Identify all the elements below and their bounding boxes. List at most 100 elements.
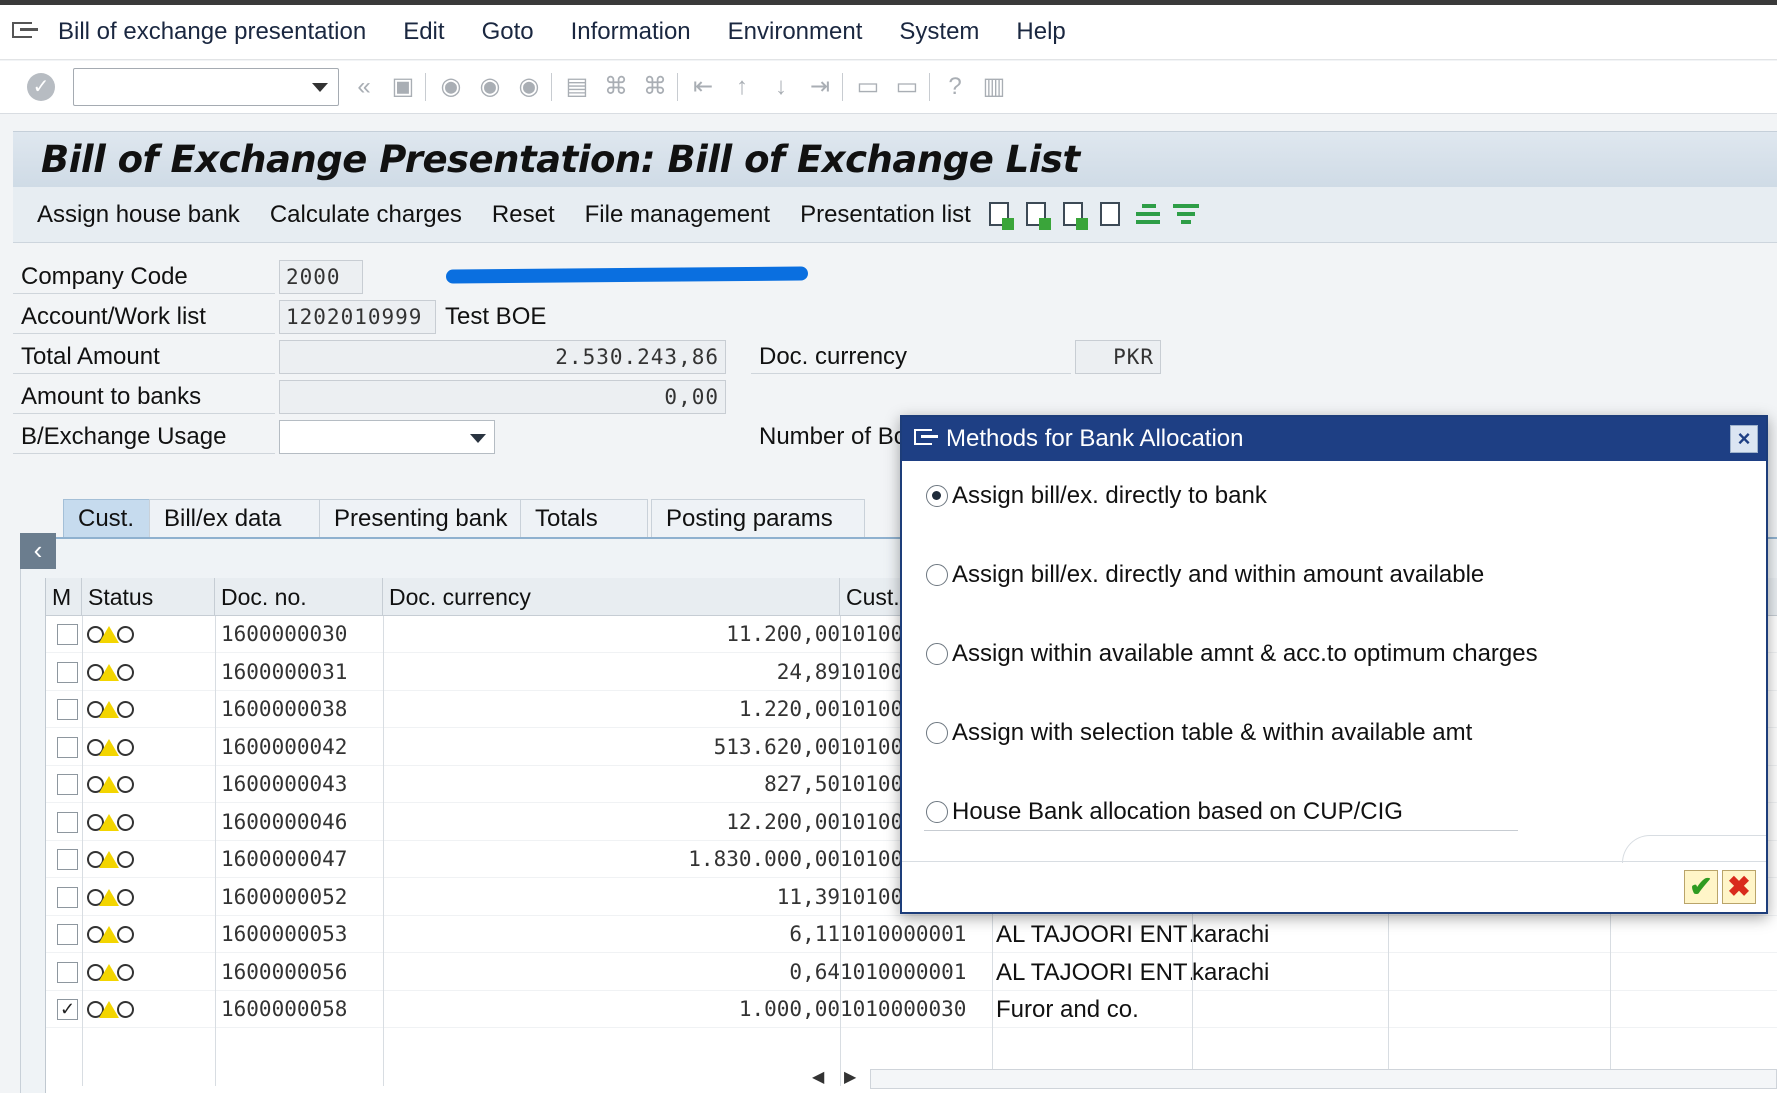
column-divider: [840, 616, 841, 1086]
table-row[interactable]: 1600000056 0,64 1010000001 AL TAJOORI ENT… k…: [46, 953, 1777, 991]
menu-environment[interactable]: Environment: [728, 18, 863, 46]
row-select-checkbox[interactable]: [57, 849, 78, 870]
last-page-icon[interactable]: ⇥: [806, 72, 834, 102]
radio-button[interactable]: [926, 564, 948, 586]
display-detail-icon[interactable]: [986, 200, 1014, 230]
tab-totals[interactable]: Totals: [520, 499, 648, 537]
chevron-down-icon[interactable]: [312, 83, 328, 92]
allocation-option-5[interactable]: House Bank allocation based on CUP/CIG: [926, 797, 1403, 827]
file-management-button[interactable]: File management: [585, 201, 770, 229]
cancel-icon[interactable]: ◉: [515, 72, 543, 102]
new-session-icon[interactable]: ▭: [854, 72, 882, 102]
collapse-icon[interactable]: «: [350, 72, 378, 102]
row-select-checkbox[interactable]: [57, 699, 78, 720]
cust-cell: 1010000001: [840, 922, 967, 946]
confirm-button[interactable]: ✔: [1684, 870, 1718, 904]
enter-icon[interactable]: ✓: [27, 73, 55, 101]
column-header-doc-currency[interactable]: Doc. currency: [383, 578, 840, 616]
back-icon[interactable]: ◉: [437, 72, 465, 102]
allocation-option-3[interactable]: Assign within available amnt & acc.to op…: [926, 639, 1538, 669]
doc-no-cell: 1600000058: [221, 997, 348, 1021]
tab-scroll-left-icon[interactable]: ‹: [20, 533, 56, 569]
allocation-option-4[interactable]: Assign with selection table & within ava…: [926, 718, 1472, 748]
scroll-right-icon[interactable]: ▶: [844, 1067, 856, 1087]
row-select-checkbox[interactable]: [57, 661, 78, 683]
status-traffic-light-icon: [87, 963, 141, 982]
radio-button[interactable]: [926, 801, 948, 823]
total-amount-label: Total Amount: [13, 340, 275, 374]
horizontal-scrollbar[interactable]: ◀ ▶: [808, 1065, 1777, 1091]
table-row[interactable]: ✓ 1600000058 1.000,00 1010000030 Furor and c…: [46, 991, 1777, 1028]
exit-icon[interactable]: ◉: [476, 72, 504, 102]
status-traffic-light-icon: [87, 663, 141, 682]
radio-button[interactable]: [926, 722, 948, 744]
doc-currency-label: Doc. currency: [751, 340, 1071, 374]
shortcut-icon[interactable]: ▭: [893, 72, 921, 102]
reset-button[interactable]: Reset: [492, 201, 555, 229]
row-select-checkbox[interactable]: [57, 961, 78, 983]
amount-cell: 1.220,00: [738, 697, 840, 721]
customize-icon[interactable]: ▥: [980, 72, 1008, 102]
table-row[interactable]: 1600000053 6,11 1010000001 AL TAJOORI ENT… k…: [46, 916, 1777, 953]
command-field[interactable]: [73, 68, 339, 106]
amount-cell: 11,39: [776, 884, 840, 909]
bexchange-usage-label: B/Exchange Usage: [13, 420, 275, 454]
dialog-menu-icon[interactable]: [914, 428, 940, 450]
tab-bill-ex-data[interactable]: Bill/ex data: [149, 499, 333, 537]
tab-cust[interactable]: Cust.: [63, 499, 163, 537]
number-of-label: Number of Bo: [759, 423, 908, 450]
presentation-list-button[interactable]: Presentation list: [800, 201, 971, 229]
print-icon[interactable]: ▤: [563, 72, 591, 102]
row-select-checkbox[interactable]: [57, 886, 78, 908]
amount-cell: 11.200,00: [726, 622, 840, 646]
toolbar-separator: [425, 73, 426, 101]
menu-bill-of-exchange[interactable]: Bill of exchange presentation: [58, 18, 366, 46]
column-header-doc-no[interactable]: Doc. no.: [215, 578, 383, 616]
account-description: Test BOE: [445, 303, 547, 330]
find-icon[interactable]: ⌘: [602, 72, 630, 102]
menu-help[interactable]: Help: [1016, 18, 1065, 46]
scrollbar-track[interactable]: [870, 1069, 1777, 1089]
menu-information[interactable]: Information: [571, 18, 691, 46]
row-select-checkbox[interactable]: [57, 811, 78, 833]
radio-button[interactable]: [926, 485, 948, 507]
next-page-icon[interactable]: ↓: [767, 72, 795, 102]
company-code-field[interactable]: 2000: [279, 260, 363, 294]
menu-system[interactable]: System: [899, 18, 979, 46]
name-cell: AL TAJOORI ENT…: [996, 958, 1192, 986]
find-next-icon[interactable]: ⌘: [641, 72, 669, 102]
cancel-button[interactable]: ✖: [1722, 870, 1756, 904]
radio-button[interactable]: [926, 643, 948, 665]
prev-page-icon[interactable]: ↑: [728, 72, 756, 102]
column-header-m[interactable]: M: [46, 578, 82, 616]
menu-goto[interactable]: Goto: [482, 18, 534, 46]
calculate-charges-button[interactable]: Calculate charges: [270, 201, 462, 229]
row-select-checkbox[interactable]: ✓: [57, 999, 78, 1020]
doc-no-cell: 1600000038: [221, 697, 348, 721]
account-field[interactable]: 1202010999: [279, 300, 436, 334]
row-select-checkbox[interactable]: [57, 736, 78, 758]
bexchange-usage-select[interactable]: [279, 420, 495, 454]
row-select-checkbox[interactable]: [57, 624, 78, 645]
filter-icon[interactable]: [1171, 200, 1199, 230]
row-select-checkbox[interactable]: [57, 774, 78, 795]
save-icon[interactable]: ▣: [389, 72, 417, 102]
select-block-icon[interactable]: [1060, 200, 1088, 230]
sort-icon[interactable]: [1134, 200, 1162, 230]
scroll-left-icon[interactable]: ◀: [812, 1067, 824, 1087]
allocation-option-2[interactable]: Assign bill/ex. directly and within amou…: [926, 560, 1484, 590]
row-select-checkbox[interactable]: [57, 924, 78, 945]
chevron-down-icon[interactable]: [470, 434, 486, 443]
allocation-option-1[interactable]: Assign bill/ex. directly to bank: [926, 481, 1267, 511]
menu-edit[interactable]: Edit: [403, 18, 444, 46]
tab-presenting-bank[interactable]: Presenting bank: [319, 499, 534, 537]
menu-toggle-icon[interactable]: [12, 20, 42, 44]
tab-posting-params[interactable]: Posting params: [651, 499, 865, 537]
first-page-icon[interactable]: ⇤: [689, 72, 717, 102]
help-icon[interactable]: ?: [941, 72, 969, 102]
select-all-icon[interactable]: [1023, 200, 1051, 230]
deselect-all-icon[interactable]: [1097, 200, 1125, 230]
close-icon[interactable]: ×: [1730, 425, 1758, 453]
column-header-status[interactable]: Status: [82, 578, 215, 616]
assign-house-bank-button[interactable]: Assign house bank: [37, 201, 240, 229]
